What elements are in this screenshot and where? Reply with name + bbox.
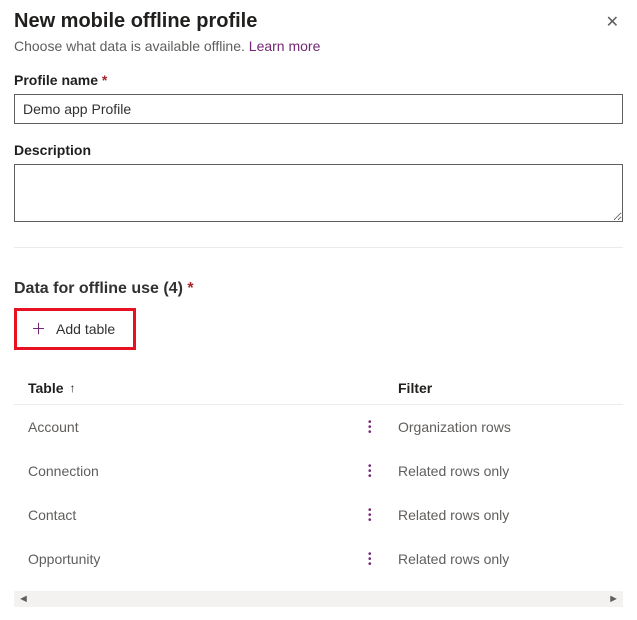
section-title: Data for offline use (4) * [14,280,623,298]
scroll-right-icon[interactable]: ► [608,593,619,605]
column-header-table[interactable]: Table ↑ [28,380,398,396]
table-cell-filter: Related rows only [398,463,609,479]
table-header-row: Table ↑ Filter [14,372,623,405]
description-label: Description [14,142,623,158]
plus-icon: ＋ [31,322,46,337]
learn-more-link[interactable]: Learn more [249,38,321,54]
add-table-label: Add table [56,321,115,337]
description-input[interactable] [14,164,623,222]
divider [14,247,623,248]
row-menu-icon[interactable]: ••• [368,420,398,435]
required-star-icon: * [102,72,107,88]
column-header-filter[interactable]: Filter [398,380,609,396]
scroll-left-icon[interactable]: ◄ [18,593,29,605]
table-row[interactable]: Connection ••• Related rows only [14,449,623,493]
horizontal-scrollbar[interactable]: ◄ ► [14,591,623,607]
table-row[interactable]: Contact ••• Related rows only [14,493,623,537]
page-subtitle: Choose what data is available offline. L… [14,38,623,54]
table-cell-name: Connection [28,463,368,479]
row-menu-icon[interactable]: ••• [368,552,398,567]
sort-asc-icon: ↑ [70,381,76,395]
table-cell-name: Account [28,419,368,435]
row-menu-icon[interactable]: ••• [368,508,398,523]
table-cell-name: Opportunity [28,551,368,567]
subtitle-text: Choose what data is available offline. [14,38,245,54]
table-cell-filter: Related rows only [398,507,609,523]
page-title: New mobile offline profile [14,10,257,33]
table-cell-name: Contact [28,507,368,523]
required-star-icon: * [187,280,193,297]
table-cell-filter: Related rows only [398,551,609,567]
profile-name-label: Profile name * [14,72,623,88]
table-cell-filter: Organization rows [398,419,609,435]
profile-name-input[interactable] [14,94,623,124]
add-table-button[interactable]: ＋ Add table [21,315,125,343]
table-row[interactable]: Opportunity ••• Related rows only [14,537,623,581]
close-icon[interactable]: ✕ [602,10,623,34]
row-menu-icon[interactable]: ••• [368,464,398,479]
table-row[interactable]: Account ••• Organization rows [14,405,623,449]
add-table-highlight: ＋ Add table [14,308,136,350]
